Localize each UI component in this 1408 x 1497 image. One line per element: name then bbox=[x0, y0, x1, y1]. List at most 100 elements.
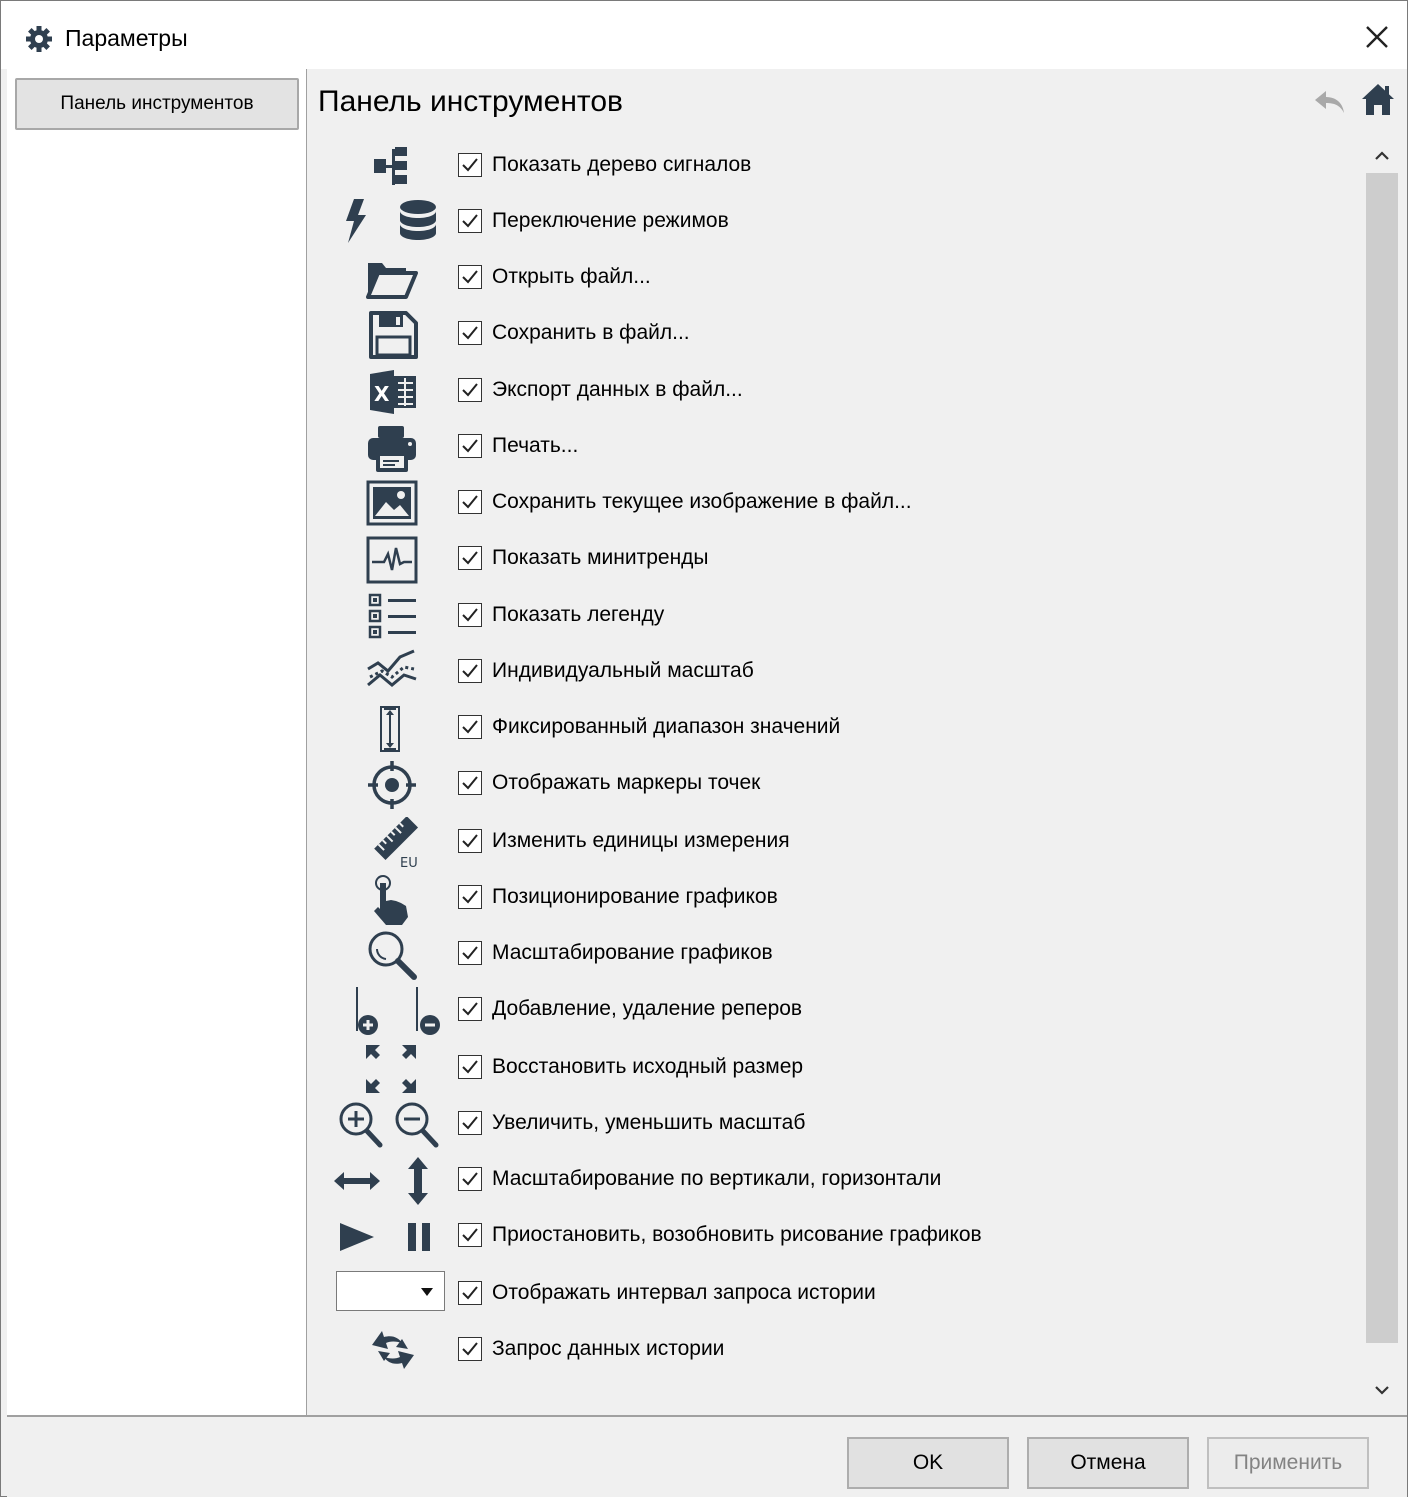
zoom-in-out-icon bbox=[334, 1099, 446, 1151]
option-label[interactable]: Запрос данных истории bbox=[492, 1335, 724, 1363]
option-checkbox[interactable] bbox=[458, 941, 482, 965]
option-checkbox[interactable] bbox=[458, 885, 482, 909]
toolbar-option-row: Фиксированный диапазон значений bbox=[308, 701, 1358, 757]
option-label[interactable]: Экспорт данных в файл... bbox=[492, 376, 743, 404]
option-checkbox[interactable] bbox=[458, 1167, 482, 1191]
option-checkbox[interactable] bbox=[458, 1337, 482, 1361]
option-label[interactable]: Отображать интервал запроса истории bbox=[492, 1279, 876, 1307]
option-checkbox[interactable] bbox=[458, 378, 482, 402]
fixed-range-icon bbox=[334, 703, 446, 755]
back-arrow-icon[interactable] bbox=[1312, 83, 1348, 119]
option-checkbox[interactable] bbox=[458, 715, 482, 739]
apply-button[interactable]: Применить bbox=[1207, 1437, 1369, 1489]
sidebar: Панель инструментов bbox=[7, 69, 307, 1415]
ok-button[interactable]: OK bbox=[847, 1437, 1009, 1489]
option-label[interactable]: Восстановить исходный размер bbox=[492, 1053, 803, 1081]
option-checkbox[interactable] bbox=[458, 1223, 482, 1247]
checkmark-icon bbox=[462, 214, 478, 228]
option-checkbox[interactable] bbox=[458, 321, 482, 345]
toolbar-options-list: Показать дерево сигналов Переключение ре… bbox=[308, 139, 1358, 1399]
option-checkbox[interactable] bbox=[458, 153, 482, 177]
option-label[interactable]: Печать... bbox=[492, 432, 578, 460]
settings-dialog: Параметры Панель инструментов Панель инс… bbox=[0, 0, 1408, 1497]
option-checkbox[interactable] bbox=[458, 490, 482, 514]
vertical-scrollbar[interactable] bbox=[1366, 143, 1398, 1405]
option-label[interactable]: Переключение режимов bbox=[492, 207, 729, 235]
toolbar-option-row: Показать легенду bbox=[308, 589, 1358, 645]
checkmark-icon bbox=[462, 720, 478, 734]
option-checkbox[interactable] bbox=[458, 829, 482, 853]
scroll-up-icon[interactable] bbox=[1370, 145, 1394, 167]
option-label[interactable]: Сохранить текущее изображение в файл... bbox=[492, 488, 912, 516]
toolbar-option-row: Масштабирование графиков bbox=[308, 927, 1358, 983]
option-label[interactable]: Сохранить в файл... bbox=[492, 319, 690, 347]
content-panel: Панель инструментов Показать дерево сигн… bbox=[308, 69, 1406, 1415]
option-label[interactable]: Показать минитренды bbox=[492, 544, 709, 572]
checkmark-icon bbox=[462, 890, 478, 904]
checkmark-icon bbox=[462, 776, 478, 790]
option-label[interactable]: Отображать маркеры точек bbox=[492, 769, 760, 797]
option-label[interactable]: Открыть файл... bbox=[492, 263, 651, 291]
toolbar-option-row: Масштабирование по вертикали, горизонтал… bbox=[308, 1153, 1358, 1209]
dropdown-arrow-icon bbox=[421, 1288, 433, 1296]
mode-switch-icon bbox=[334, 197, 446, 249]
option-label[interactable]: Добавление, удаление реперов bbox=[492, 995, 802, 1023]
excel-export-icon: X bbox=[334, 366, 446, 418]
option-checkbox[interactable] bbox=[458, 209, 482, 233]
scrollbar-thumb[interactable] bbox=[1366, 173, 1398, 1343]
option-label[interactable]: Фиксированный диапазон значений bbox=[492, 713, 840, 741]
option-checkbox[interactable] bbox=[458, 997, 482, 1021]
option-checkbox[interactable] bbox=[458, 265, 482, 289]
crosshair-icon bbox=[334, 759, 446, 811]
cancel-button[interactable]: Отмена bbox=[1027, 1437, 1189, 1489]
individual-scale-icon bbox=[334, 647, 446, 699]
option-checkbox[interactable] bbox=[458, 771, 482, 795]
option-checkbox[interactable] bbox=[458, 1055, 482, 1079]
option-checkbox[interactable] bbox=[458, 1281, 482, 1305]
checkmark-icon bbox=[462, 1342, 478, 1356]
toolbar-option-row: Приостановить, возобновить рисование гра… bbox=[308, 1209, 1358, 1265]
checkmark-icon bbox=[462, 664, 478, 678]
toolbar-option-row: Сохранить в файл... bbox=[308, 307, 1358, 363]
image-icon bbox=[334, 478, 446, 530]
option-label[interactable]: Изменить единицы измерения bbox=[492, 827, 790, 855]
printer-icon bbox=[334, 422, 446, 474]
option-label[interactable]: Масштабирование графиков bbox=[492, 939, 773, 967]
option-label[interactable]: Показать дерево сигналов bbox=[492, 151, 751, 179]
checkmark-icon bbox=[462, 1060, 478, 1074]
toolbar-option-row: X Экспорт данных в файл... bbox=[308, 364, 1358, 420]
title-bar: Параметры bbox=[1, 1, 1407, 69]
close-icon[interactable] bbox=[1359, 19, 1395, 55]
option-checkbox[interactable] bbox=[458, 1111, 482, 1135]
play-pause-icon bbox=[334, 1211, 446, 1263]
checkmark-icon bbox=[462, 834, 478, 848]
dialog-footer: OK Отмена Применить bbox=[7, 1415, 1407, 1497]
toolbar-option-row: Запрос данных истории bbox=[308, 1323, 1358, 1379]
option-checkbox[interactable] bbox=[458, 434, 482, 458]
checkmark-icon bbox=[462, 608, 478, 622]
option-checkbox[interactable] bbox=[458, 603, 482, 627]
toolbar-option-row: Позиционирование графиков bbox=[308, 871, 1358, 927]
checkmark-icon bbox=[462, 270, 478, 284]
toolbar-option-row: Отображать маркеры точек bbox=[308, 757, 1358, 813]
checkmark-icon bbox=[462, 326, 478, 340]
scroll-down-icon[interactable] bbox=[1370, 1379, 1394, 1401]
option-label[interactable]: Приостановить, возобновить рисование гра… bbox=[492, 1221, 982, 1249]
history-refresh-icon bbox=[334, 1325, 446, 1377]
history-interval-select[interactable] bbox=[336, 1271, 445, 1311]
folder-open-icon bbox=[334, 253, 446, 305]
svg-text:EU: EU bbox=[400, 856, 418, 869]
legend-list-icon bbox=[334, 591, 446, 643]
option-label[interactable]: Масштабирование по вертикали, горизонтал… bbox=[492, 1165, 941, 1193]
toolbar-option-row: Переключение режимов bbox=[308, 195, 1358, 251]
option-label[interactable]: Показать легенду bbox=[492, 601, 664, 629]
gear-icon bbox=[26, 26, 52, 52]
option-checkbox[interactable] bbox=[458, 659, 482, 683]
toolbar-option-row: Увеличить, уменьшить масштаб bbox=[308, 1097, 1358, 1153]
sidebar-item-toolbar[interactable]: Панель инструментов bbox=[15, 78, 299, 130]
option-label[interactable]: Индивидуальный масштаб bbox=[492, 657, 754, 685]
home-icon[interactable] bbox=[1360, 81, 1396, 119]
option-label[interactable]: Позиционирование графиков bbox=[492, 883, 778, 911]
option-checkbox[interactable] bbox=[458, 546, 482, 570]
option-label[interactable]: Увеличить, уменьшить масштаб bbox=[492, 1109, 805, 1137]
